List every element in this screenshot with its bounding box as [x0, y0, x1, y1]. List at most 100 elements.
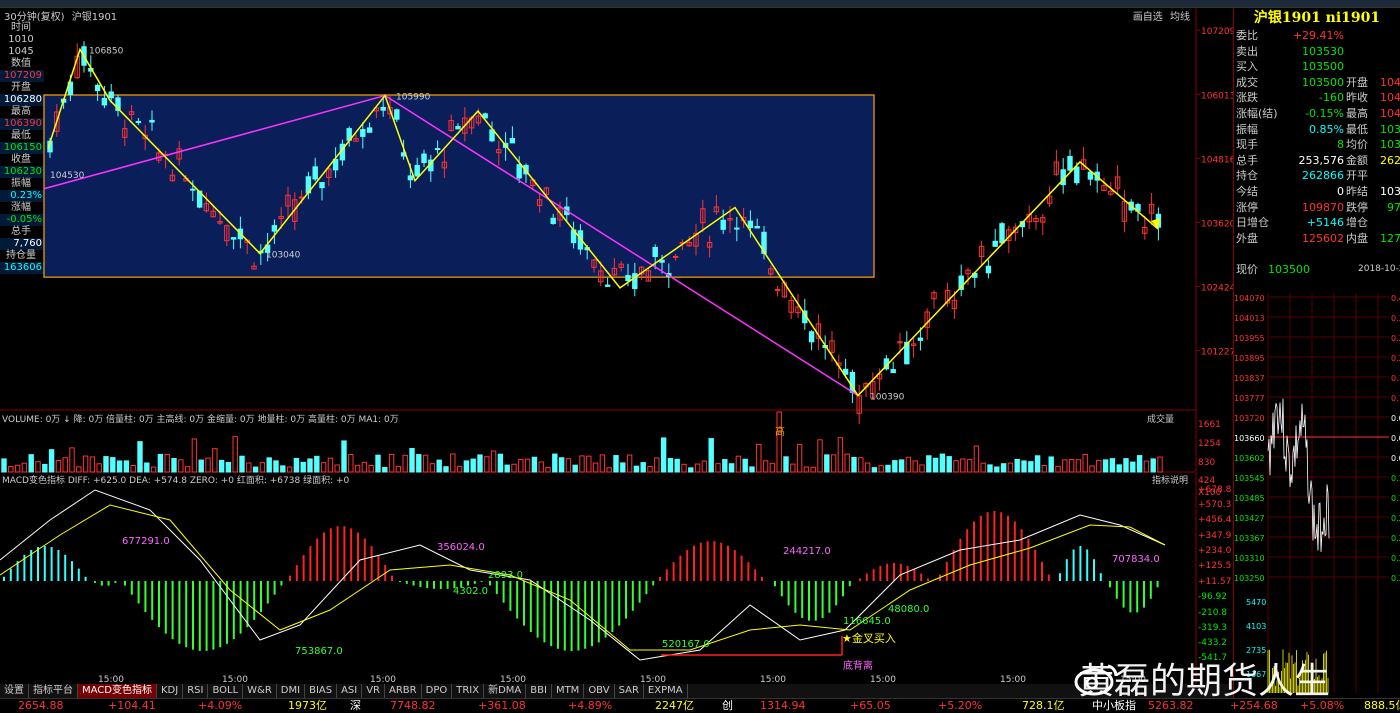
- volume-bar: [1136, 455, 1143, 473]
- volume-bar: [973, 445, 980, 473]
- volume-bar: [286, 466, 293, 473]
- volume-bar: [1034, 455, 1041, 473]
- volume-bar: [878, 465, 884, 473]
- volume-axis-label: 1661: [1198, 420, 1221, 430]
- indicator-tab[interactable]: VR: [362, 684, 386, 698]
- quote-value: 262: [1380, 153, 1400, 167]
- mini-price-label: 103310: [1234, 554, 1265, 563]
- indicator-tab[interactable]: RSI: [183, 684, 209, 698]
- volume-bar: [212, 448, 218, 473]
- mini-pct-label: 0.1: [1391, 494, 1400, 503]
- trading-window: 30分钟(复权) 沪银1901 画自选 均线 时间 1010 1045 数值 10720…: [0, 0, 1400, 713]
- volume-bar: [715, 463, 721, 473]
- mini-price-label: 103895: [1234, 354, 1265, 363]
- indicator-tab[interactable]: 指标平台: [29, 684, 78, 698]
- candle: [108, 91, 114, 99]
- volume-bar: [490, 450, 497, 473]
- volume-bar: [545, 467, 551, 473]
- quote-label: 卖出: [1236, 44, 1258, 58]
- volume-bar: [293, 457, 300, 473]
- volume-bar: [409, 447, 415, 473]
- volume-bar: [89, 456, 96, 473]
- indicator-tab[interactable]: DPO: [422, 684, 453, 698]
- quote-value: -0.15%: [1305, 106, 1344, 120]
- indicator-tab[interactable]: ASI: [337, 684, 363, 698]
- mini-pct-label: 0.0: [1391, 454, 1400, 463]
- mini-price-label: 103485: [1234, 494, 1265, 503]
- mini-price-label: 103250: [1234, 574, 1265, 583]
- volume-bar: [1096, 459, 1102, 473]
- price-axis-label: 106013: [1201, 91, 1233, 101]
- volume-bar: [1109, 458, 1116, 473]
- indicator-tab[interactable]: BOLL: [208, 684, 244, 698]
- status-item: 2247亿: [655, 699, 694, 712]
- volume-axis-label: 1254: [1198, 439, 1221, 449]
- indicator-tab[interactable]: BIAS: [305, 684, 338, 698]
- volume-bar: [1102, 459, 1109, 473]
- candle: [754, 225, 760, 229]
- candle: [516, 164, 522, 179]
- volume-bar: [232, 436, 238, 473]
- indicator-tabs[interactable]: 设置 指标平台 MACD变色指标 KDJ RSI BOLL W&R DMI BIAS ASI VR A…: [0, 684, 1233, 698]
- macd-legend: MACD变色指标 DIFF: +625.0 DEA: +574.8 ZERO: …: [2, 474, 349, 486]
- volume-bar: [76, 466, 82, 473]
- volume-bar: [1075, 459, 1082, 473]
- volume-bar: [1028, 461, 1034, 473]
- indicator-tab[interactable]: ARBR: [385, 684, 422, 698]
- volume-bar: [1000, 463, 1007, 473]
- volume-bar: [42, 463, 48, 473]
- volume-bar: [660, 437, 667, 473]
- indicator-tab[interactable]: EXPMA: [644, 684, 688, 698]
- indicator-tab[interactable]: DMI: [277, 684, 306, 698]
- indicator-tab[interactable]: MACD变色指标: [78, 684, 157, 698]
- indicator-tab[interactable]: OBV: [584, 684, 615, 698]
- volume-bar: [96, 463, 102, 473]
- volume-bar: [341, 440, 347, 473]
- volume-bar: [579, 455, 585, 473]
- price-annotation: 106850: [89, 46, 124, 56]
- mini-pct-label: 0.1: [1391, 394, 1400, 403]
- quote-value: 8: [1337, 138, 1344, 152]
- macd-dea-line: [0, 504, 1166, 651]
- volume-bar: [348, 453, 354, 473]
- indicator-tab[interactable]: TRIX: [452, 684, 485, 698]
- indicator-tab[interactable]: KDJ: [157, 684, 184, 698]
- volume-bar: [620, 462, 626, 473]
- volume-bar: [35, 461, 41, 473]
- candle: [101, 97, 108, 106]
- volume-bar: [1041, 464, 1048, 473]
- quote-panel: 沪银1901 ni1901 委比 +29.41% 卖出 103530 买入 103500 成…: [1233, 8, 1400, 708]
- quote-label: 最低: [1346, 122, 1368, 136]
- chart-area[interactable]: 107209 106013 104816 103620 102424 101227 1068…: [0, 0, 1233, 684]
- indicator-tab[interactable]: 设置: [0, 684, 29, 698]
- volume-bar: [572, 464, 578, 473]
- candle: [992, 240, 998, 247]
- volume-bar: [518, 459, 524, 473]
- macd-value-label: 356024.0: [437, 542, 485, 553]
- indicator-tab[interactable]: 新DMA: [484, 684, 527, 698]
- volume-bar: [205, 457, 211, 473]
- mini-price-label: 103427: [1234, 514, 1265, 523]
- volume-bar: [960, 458, 966, 473]
- volume-bar: [694, 463, 701, 473]
- now-price-row: 现价 103500 2018-10-2: [1234, 262, 1400, 278]
- time-axis-label: 15:00: [640, 675, 666, 684]
- volume-bar: [218, 459, 225, 473]
- mini-price-label: 103720: [1234, 414, 1265, 423]
- mini-pct-label: 0.3: [1391, 314, 1400, 323]
- volume-bar: [919, 464, 925, 473]
- indicator-tab[interactable]: SAR: [615, 684, 644, 698]
- volume-bar: [157, 453, 164, 473]
- indicator-tab[interactable]: MTM: [552, 684, 585, 698]
- indicator-tab[interactable]: W&R: [243, 684, 277, 698]
- volume-bar: [69, 447, 75, 473]
- quote-row: 买入 103500: [1234, 59, 1400, 75]
- macd-axis-label: +347.9: [1198, 531, 1232, 541]
- candle: [94, 84, 101, 92]
- indicator-tab[interactable]: BBI: [526, 684, 552, 698]
- volume-bar: [688, 467, 694, 473]
- volume-bar: [1157, 456, 1163, 473]
- status-item: 1973亿: [288, 699, 327, 712]
- golden-cross-signal: ★金叉买入: [842, 631, 896, 645]
- volume-bar: [164, 453, 170, 473]
